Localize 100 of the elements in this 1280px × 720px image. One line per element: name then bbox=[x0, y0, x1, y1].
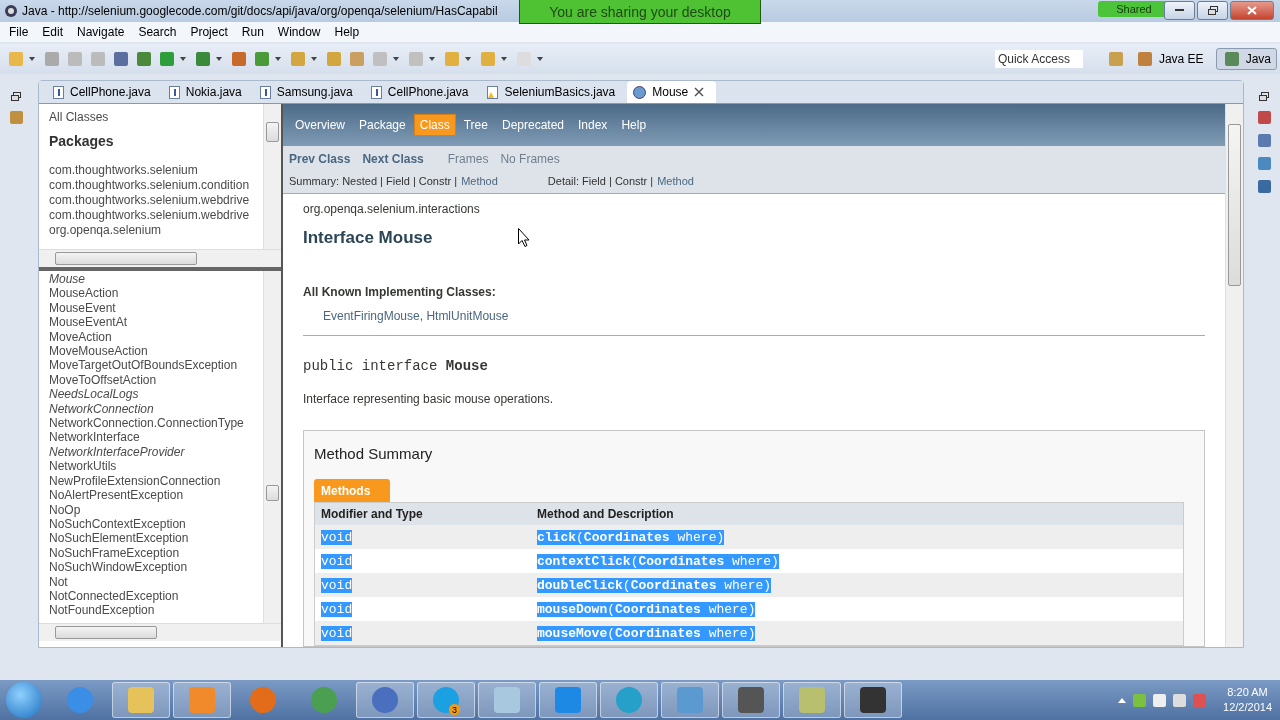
frame-list-link[interactable]: NetworkConnection.ConnectionType bbox=[49, 416, 263, 431]
close-icon[interactable] bbox=[694, 87, 705, 97]
menu-item[interactable]: Navigate bbox=[70, 25, 132, 39]
method-link[interactable]: Method bbox=[657, 175, 694, 187]
vertical-scrollbar[interactable] bbox=[263, 104, 281, 249]
nav-link[interactable]: Package bbox=[353, 114, 412, 136]
vertical-scrollbar[interactable] bbox=[263, 271, 281, 623]
restore-icon[interactable] bbox=[1259, 92, 1269, 101]
frame-list-link[interactable]: NoSuchContextException bbox=[49, 516, 263, 532]
editor-tab[interactable]: Mouse bbox=[627, 81, 717, 103]
toolbar-icon[interactable] bbox=[232, 52, 246, 66]
menu-item[interactable]: Help bbox=[327, 25, 367, 39]
next-class-link[interactable]: Next Class bbox=[362, 152, 424, 166]
app-icon bbox=[311, 687, 337, 713]
close-button[interactable] bbox=[1230, 1, 1274, 20]
java-file-icon bbox=[370, 85, 382, 99]
nav-link[interactable]: Tree bbox=[457, 114, 494, 136]
menu-item[interactable]: File bbox=[2, 25, 36, 39]
caret-icon[interactable] bbox=[429, 57, 435, 61]
start-button[interactable] bbox=[6, 682, 42, 718]
editor-tab[interactable]: CellPhone.java bbox=[364, 81, 481, 103]
caret-icon[interactable] bbox=[537, 57, 543, 61]
caret-icon[interactable] bbox=[393, 57, 399, 61]
frame-list-link[interactable]: MoveTargetOutOfBoundsException bbox=[49, 358, 263, 373]
caret-up-icon[interactable] bbox=[1118, 697, 1127, 703]
toolbar-icon[interactable] bbox=[160, 52, 174, 66]
frame-list-link[interactable]: NetworkInterfaceProvider bbox=[49, 444, 263, 460]
editor-tab[interactable]: Nokia.java bbox=[162, 81, 254, 103]
minimize-icon bbox=[1175, 9, 1184, 12]
frame-list-link[interactable]: NewProfileExtensionConnection bbox=[49, 473, 263, 489]
frame-list-link[interactable]: com.thoughtworks.selenium.condition bbox=[49, 178, 263, 193]
caret-icon[interactable] bbox=[465, 57, 471, 61]
taskbar-app-button[interactable]: 3 bbox=[417, 682, 475, 718]
frame-list-link[interactable]: org.openqa.selenium bbox=[49, 223, 263, 238]
perspective-button[interactable]: Java EE bbox=[1128, 48, 1210, 70]
frame-list-link[interactable]: NetworkInterface bbox=[49, 430, 263, 445]
caret-icon[interactable] bbox=[311, 57, 317, 61]
frame-list-link[interactable]: NotFoundException bbox=[49, 603, 263, 618]
menu-item[interactable]: Edit bbox=[35, 25, 71, 39]
frame-list-link[interactable]: NotConnectedException bbox=[49, 588, 263, 604]
frame-list-link[interactable]: NeedsLocalLogs bbox=[49, 387, 263, 402]
frame-list-link[interactable]: com.thoughtworks.selenium.webdrive bbox=[49, 193, 263, 208]
editor-tab[interactable]: SeleniumBasics.java bbox=[480, 81, 628, 103]
quick-access-field[interactable]: Quick Access bbox=[994, 50, 1083, 68]
all-classes-link[interactable]: All Classes bbox=[49, 110, 263, 125]
perspective-button[interactable]: Java bbox=[1215, 48, 1277, 70]
caret-icon[interactable] bbox=[275, 57, 281, 61]
frame-list-link[interactable]: Not bbox=[49, 574, 263, 589]
toolbar-icon[interactable] bbox=[45, 52, 59, 66]
restore-button[interactable] bbox=[1197, 1, 1228, 20]
frame-list-link[interactable]: MoveMouseAction bbox=[49, 344, 263, 359]
minimize-button[interactable] bbox=[1164, 1, 1195, 20]
eclipse-logo-icon bbox=[4, 4, 18, 18]
frame-list-link[interactable]: com.thoughtworks.selenium.webdrive bbox=[49, 208, 263, 223]
clock[interactable]: 8:20 AM 12/2/2014 bbox=[1223, 685, 1272, 715]
app-icon bbox=[555, 687, 581, 713]
caret-icon[interactable] bbox=[180, 57, 186, 61]
caret-icon[interactable] bbox=[216, 57, 222, 61]
editor-tab[interactable]: CellPhone.java bbox=[47, 81, 163, 103]
frame-list-link[interactable]: MouseEventAt bbox=[49, 315, 263, 330]
frame-list-link[interactable]: NoSuchWindowException bbox=[49, 560, 263, 575]
horizontal-scrollbar[interactable] bbox=[39, 623, 281, 641]
taskbar-app-button[interactable] bbox=[722, 682, 780, 718]
menu-item[interactable]: Project bbox=[183, 25, 235, 39]
frame-list-link[interactable]: NoSuchFrameException bbox=[49, 545, 263, 561]
prev-class-link[interactable]: Prev Class bbox=[289, 152, 351, 166]
toolbar-icon[interactable] bbox=[255, 52, 269, 66]
horizontal-scrollbar[interactable] bbox=[39, 249, 281, 267]
app-icon bbox=[799, 687, 825, 713]
menu-item[interactable]: Run bbox=[234, 25, 271, 39]
frame-list-link[interactable]: MoveAction bbox=[49, 329, 263, 345]
toolbar-icon[interactable] bbox=[137, 52, 151, 66]
toolbar-icon[interactable] bbox=[350, 52, 364, 66]
frame-list-link[interactable]: NoOp bbox=[49, 502, 263, 517]
frame-list-link[interactable]: NoAlertPresentException bbox=[49, 488, 263, 503]
frame-list-link[interactable]: NetworkUtils bbox=[49, 459, 263, 474]
frame-list-link[interactable]: MouseAction bbox=[49, 286, 263, 301]
caret-icon[interactable] bbox=[29, 57, 35, 61]
method-link[interactable]: Method bbox=[461, 175, 498, 187]
nav-link[interactable]: Help bbox=[615, 114, 653, 136]
caret-icon[interactable] bbox=[501, 57, 507, 61]
frame-list-link[interactable]: Mouse bbox=[49, 272, 263, 287]
frame-list-link[interactable]: NoSuchElementException bbox=[49, 531, 263, 546]
frame-list-link[interactable]: MouseEvent bbox=[49, 300, 263, 316]
frame-list-link[interactable]: MoveToOffsetAction bbox=[49, 372, 263, 388]
clock-time: 8:20 AM bbox=[1227, 685, 1268, 700]
editor-tab[interactable]: Samsung.java bbox=[253, 81, 365, 103]
restore-icon[interactable] bbox=[11, 92, 21, 101]
tray-icon[interactable] bbox=[1133, 693, 1147, 707]
taskbar-app-button[interactable] bbox=[844, 682, 902, 718]
nav-link[interactable]: Deprecated bbox=[495, 114, 570, 136]
vertical-scrollbar[interactable] bbox=[1225, 104, 1243, 647]
toolbar-icon[interactable] bbox=[196, 52, 210, 66]
toolbar-icon[interactable] bbox=[114, 52, 128, 66]
frame-list-link[interactable]: NetworkConnection bbox=[49, 401, 263, 417]
menu-item[interactable]: Search bbox=[131, 25, 184, 39]
frame-list-link[interactable]: com.thoughtworks.selenium bbox=[49, 163, 263, 178]
nav-link[interactable]: Overview bbox=[289, 114, 351, 136]
menu-item[interactable]: Window bbox=[270, 25, 328, 39]
nav-link[interactable]: Index bbox=[572, 114, 614, 136]
